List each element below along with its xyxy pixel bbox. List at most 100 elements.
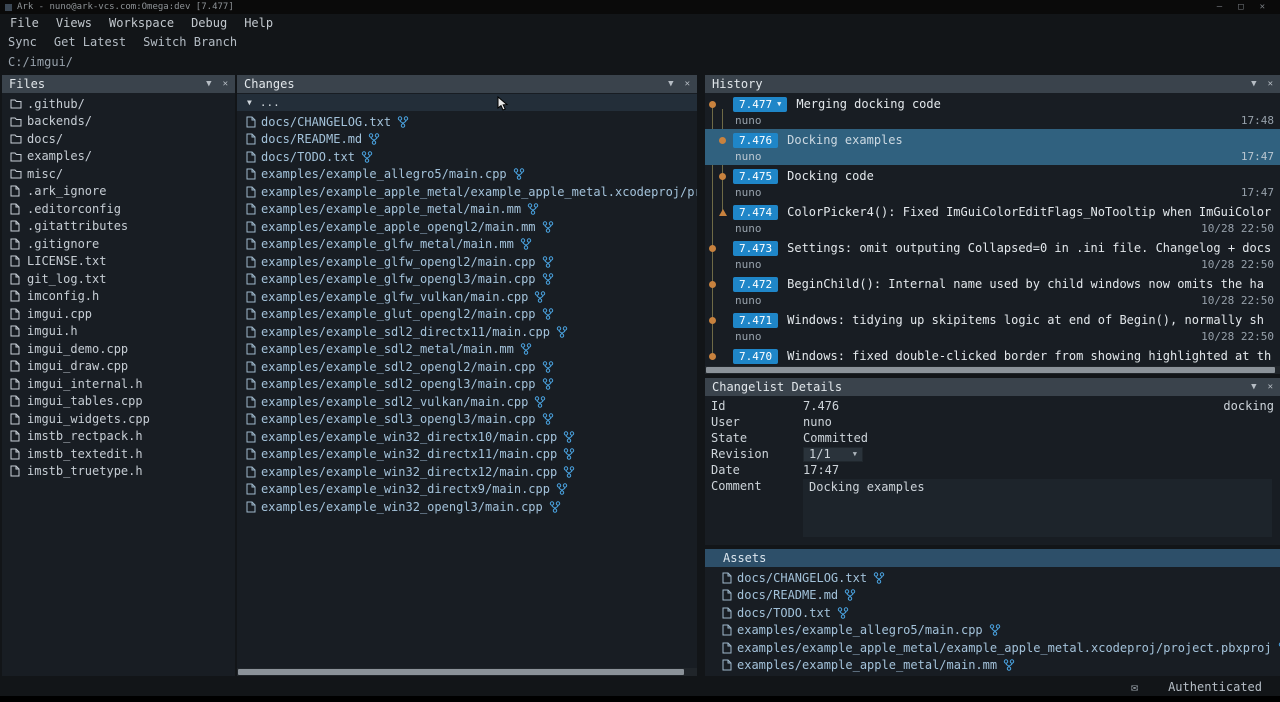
menu-item[interactable]: Help bbox=[244, 16, 273, 30]
asset-file-row[interactable]: examples/example_apple_metal/example_app… bbox=[705, 639, 1280, 657]
comment-field[interactable]: Docking examples bbox=[803, 479, 1272, 537]
changed-file-row[interactable]: examples/example_glfw_vulkan/main.cpp bbox=[237, 288, 697, 306]
changeset-badge[interactable]: 7.471 bbox=[733, 313, 778, 328]
changed-file-row[interactable]: examples/example_win32_directx12/main.cp… bbox=[237, 463, 697, 481]
asset-file-row[interactable]: docs/CHANGELOG.txt bbox=[705, 569, 1280, 587]
close-icon[interactable]: ✕ bbox=[1260, 2, 1265, 12]
toolbar-button[interactable]: Get Latest bbox=[54, 35, 126, 49]
menu-item[interactable]: File bbox=[10, 16, 39, 30]
changed-file-row[interactable]: docs/CHANGELOG.txt bbox=[237, 113, 697, 131]
changed-file-row[interactable]: examples/example_sdl2_metal/main.mm bbox=[237, 341, 697, 359]
close-panel-icon[interactable]: ✕ bbox=[223, 80, 228, 89]
file-tree-item[interactable]: .editorconfig bbox=[2, 200, 235, 218]
changeset-badge[interactable]: 7.475 bbox=[733, 169, 778, 184]
menu-item[interactable]: Workspace bbox=[109, 16, 174, 30]
file-tree-item[interactable]: imgui_demo.cpp bbox=[2, 340, 235, 358]
close-panel-icon[interactable]: ✕ bbox=[1268, 80, 1273, 89]
close-panel-icon[interactable]: ✕ bbox=[1268, 383, 1273, 392]
expander-icon[interactable]: ▼ bbox=[247, 98, 252, 107]
history-entry[interactable]: 7.470 Windows: fixed double-clicked bord… bbox=[705, 345, 1280, 366]
file-tree-item[interactable]: .ark_ignore bbox=[2, 183, 235, 201]
asset-file-row[interactable]: docs/README.md bbox=[705, 587, 1280, 605]
history-panel-header[interactable]: History ▼ ✕ bbox=[705, 75, 1280, 93]
file-tree-item[interactable]: LICENSE.txt bbox=[2, 253, 235, 271]
toolbar-button[interactable]: Sync bbox=[8, 35, 37, 49]
file-tree-item[interactable]: examples/ bbox=[2, 148, 235, 166]
changed-file-row[interactable]: examples/example_win32_directx10/main.cp… bbox=[237, 428, 697, 446]
changed-file-row[interactable]: examples/example_glut_opengl2/main.cpp bbox=[237, 306, 697, 324]
file-tree-item[interactable]: imstb_truetype.h bbox=[2, 463, 235, 481]
changed-file-row[interactable]: examples/example_sdl2_opengl2/main.cpp bbox=[237, 358, 697, 376]
filter-icon[interactable]: ▼ bbox=[206, 80, 211, 89]
changed-file-row[interactable]: examples/example_sdl2_directx11/main.cpp bbox=[237, 323, 697, 341]
history-entry[interactable]: 7.473 Settings: omit outputing Collapsed… bbox=[705, 237, 1280, 273]
filter-icon[interactable]: ▼ bbox=[1251, 80, 1256, 89]
minimize-icon[interactable]: – bbox=[1217, 2, 1222, 12]
revision-select[interactable]: 1/1 ▼ bbox=[803, 447, 863, 462]
asset-file-row[interactable]: docs/TODO.txt bbox=[705, 604, 1280, 622]
asset-file-row[interactable]: examples/example_apple_metal/main.mm bbox=[705, 657, 1280, 675]
file-tree-item[interactable]: imstb_rectpack.h bbox=[2, 428, 235, 446]
file-tree-item[interactable]: imconfig.h bbox=[2, 288, 235, 306]
file-tree-item[interactable]: misc/ bbox=[2, 165, 235, 183]
changed-file-row[interactable]: examples/example_win32_opengl3/main.cpp bbox=[237, 498, 697, 516]
changed-file-row[interactable]: docs/README.md bbox=[237, 131, 697, 149]
changed-file-row[interactable]: examples/example_sdl2_vulkan/main.cpp bbox=[237, 393, 697, 411]
menu-item[interactable]: Views bbox=[56, 16, 92, 30]
file-tree-item[interactable]: imgui_internal.h bbox=[2, 375, 235, 393]
menu-item[interactable]: Debug bbox=[191, 16, 227, 30]
changeset-badge[interactable]: 7.477 ▼ bbox=[733, 97, 787, 112]
file-tree-item[interactable]: git_log.txt bbox=[2, 270, 235, 288]
file-tree-item[interactable]: imgui.h bbox=[2, 323, 235, 341]
scrollbar-thumb[interactable] bbox=[238, 669, 684, 675]
file-tree-item[interactable]: .gitignore bbox=[2, 235, 235, 253]
changed-file-row[interactable]: examples/example_glfw_opengl2/main.cpp bbox=[237, 253, 697, 271]
history-entry[interactable]: 7.471 Windows: tidying up skipitems logi… bbox=[705, 309, 1280, 345]
changed-file-row[interactable]: examples/example_allegro5/main.cpp bbox=[237, 166, 697, 184]
changed-file-row[interactable]: examples/example_apple_metal/main.mm bbox=[237, 201, 697, 219]
history-entry[interactable]: 7.472 BeginChild(): Internal name used b… bbox=[705, 273, 1280, 309]
scrollbar-thumb[interactable] bbox=[706, 367, 1275, 373]
history-entry[interactable]: 7.477 ▼ Merging docking code nuno 17:48 bbox=[705, 93, 1280, 129]
changed-file-row[interactable]: examples/example_win32_directx11/main.cp… bbox=[237, 446, 697, 464]
asset-file-row[interactable]: examples/example_apple_opengl2/main.mm bbox=[705, 674, 1280, 676]
assets-header[interactable]: Assets bbox=[705, 549, 1280, 567]
changeset-badge[interactable]: 7.472 bbox=[733, 277, 778, 292]
file-tree-item[interactable]: backends/ bbox=[2, 113, 235, 131]
horizontal-scrollbar[interactable] bbox=[237, 668, 697, 676]
changeset-badge[interactable]: 7.470 bbox=[733, 349, 778, 364]
title-bar[interactable]: Ark - nuno@ark-vcs.com:Omega:dev [7.477]… bbox=[0, 0, 1280, 14]
file-tree-item[interactable]: .github/ bbox=[2, 95, 235, 113]
changed-file-row[interactable]: docs/TODO.txt bbox=[237, 148, 697, 166]
toolbar-button[interactable]: Switch Branch bbox=[143, 35, 237, 49]
history-entry[interactable]: 7.475 Docking code nuno 17:47 bbox=[705, 165, 1280, 201]
close-panel-icon[interactable]: ✕ bbox=[685, 80, 690, 89]
file-tree-item[interactable]: imstb_textedit.h bbox=[2, 445, 235, 463]
file-tree-item[interactable]: docs/ bbox=[2, 130, 235, 148]
asset-file-row[interactable]: examples/example_allegro5/main.cpp bbox=[705, 622, 1280, 640]
filter-icon[interactable]: ▼ bbox=[668, 80, 673, 89]
file-tree-item[interactable]: imgui_draw.cpp bbox=[2, 358, 235, 376]
changed-file-row[interactable]: examples/example_glfw_opengl3/main.cpp bbox=[237, 271, 697, 289]
details-panel-header[interactable]: Changelist Details ▼ ✕ bbox=[705, 378, 1280, 396]
changeset-badge[interactable]: 7.476 bbox=[733, 133, 778, 148]
filter-icon[interactable]: ▼ bbox=[1251, 383, 1256, 392]
changed-file-row[interactable]: examples/example_win32_directx9/main.cpp bbox=[237, 481, 697, 499]
changed-file-row[interactable]: examples/example_glfw_metal/main.mm bbox=[237, 236, 697, 254]
file-tree-item[interactable]: imgui.cpp bbox=[2, 305, 235, 323]
files-panel-header[interactable]: Files ▼ ✕ bbox=[2, 75, 235, 93]
changes-panel-header[interactable]: Changes ▼ ✕ bbox=[237, 75, 697, 93]
changeset-badge[interactable]: 7.474 bbox=[733, 205, 778, 220]
changed-file-row[interactable]: examples/example_apple_opengl2/main.mm bbox=[237, 218, 697, 236]
history-entry[interactable]: 7.474 ColorPicker4(): Fixed ImGuiColorEd… bbox=[705, 201, 1280, 237]
maximize-icon[interactable]: □ bbox=[1238, 2, 1243, 12]
file-tree-item[interactable]: .gitattributes bbox=[2, 218, 235, 236]
changed-file-row[interactable]: examples/example_apple_metal/example_app… bbox=[237, 183, 697, 201]
changes-root-row[interactable]: ▼ ... bbox=[237, 94, 697, 111]
history-entry[interactable]: 7.476 Docking examples nuno 17:47 bbox=[705, 129, 1280, 165]
horizontal-scrollbar[interactable] bbox=[705, 366, 1280, 374]
file-tree-item[interactable]: imgui_widgets.cpp bbox=[2, 410, 235, 428]
file-tree-item[interactable]: imgui_tables.cpp bbox=[2, 393, 235, 411]
changed-file-row[interactable]: examples/example_sdl3_opengl3/main.cpp bbox=[237, 411, 697, 429]
changeset-badge[interactable]: 7.473 bbox=[733, 241, 778, 256]
